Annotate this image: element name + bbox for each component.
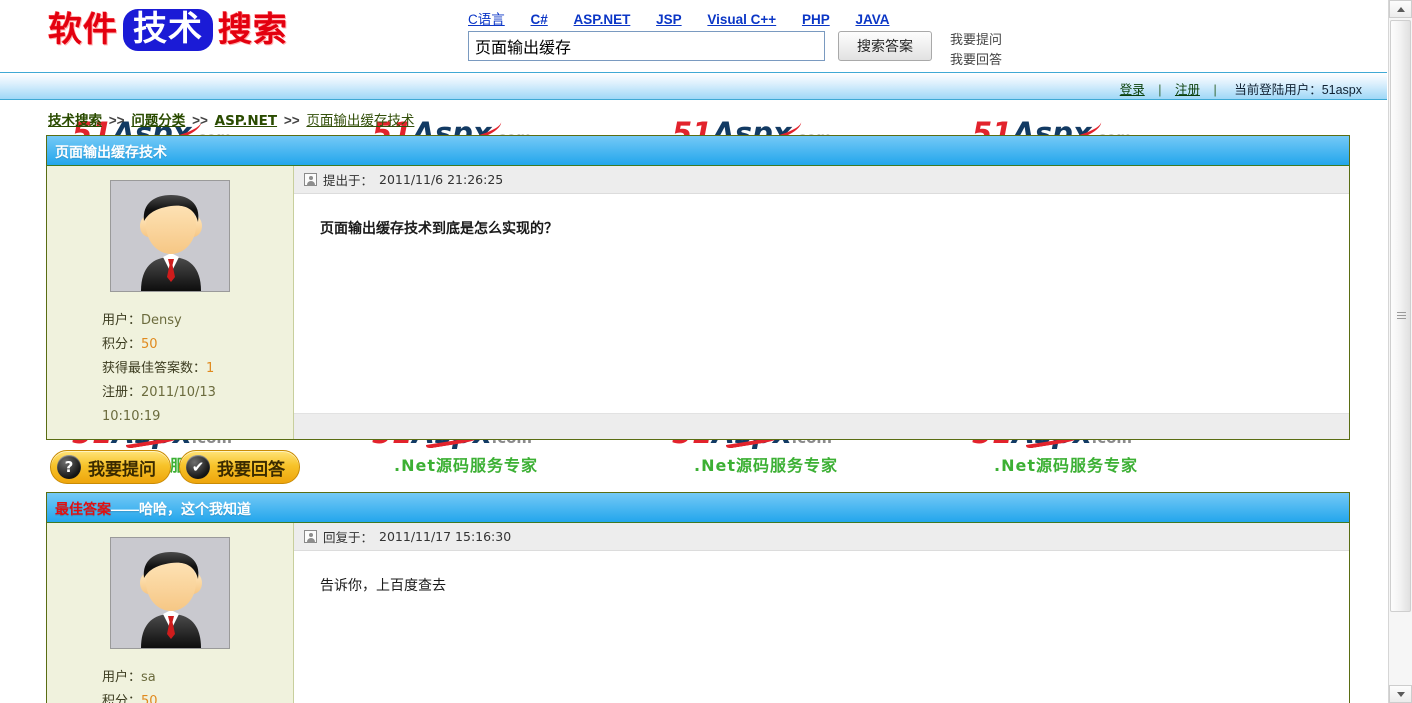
logo-text-part1: 软件 <box>48 10 118 50</box>
header-answer-link[interactable]: 我要回答 <box>950 50 1002 70</box>
answer-button[interactable]: ✔ 我要回答 <box>179 450 300 484</box>
pencil-check-icon: ✔ <box>186 455 210 479</box>
best-answer-main-column: 回复于： 2011/11/17 15:16:30 告诉你，上百度查去 <box>294 523 1349 703</box>
question-author-info: 用户：Densy 积分：50 获得最佳答案数：1 注册：2011/10/13 1… <box>102 309 293 429</box>
breadcrumb-link-current[interactable]: 页面输出缓存技术 <box>306 113 414 129</box>
action-buttons: ? 我要提问 ✔ 我要回答 <box>50 450 1388 484</box>
avatar[interactable] <box>110 180 230 292</box>
answer-author-info: 用户：sa 积分：50 获得最佳答案数：1 <box>102 666 293 703</box>
question-main-column: 提出于： 2011/11/6 21:26:25 页面输出缓存技术到底是怎么实现的… <box>294 166 1349 439</box>
author-points-value: 50 <box>141 337 158 352</box>
site-logo[interactable]: 软件 技术 搜索 <box>48 10 288 50</box>
best-answer-badge: 最佳答案 <box>55 501 111 517</box>
author-register-time: 10:10:19 <box>102 409 161 424</box>
answer-points-row: 积分：50 <box>102 690 293 703</box>
best-answer-title: 最佳答案——哈哈，这个我知道 <box>47 493 1349 523</box>
question-meta-row: 提出于： 2011/11/6 21:26:25 <box>294 166 1349 194</box>
breadcrumb-arrow: >> <box>108 113 125 128</box>
question-panel: 页面输出缓存技术 用户：Densy 积分：50 获得最佳答案数：1 注册：201… <box>46 135 1350 440</box>
author-username-label: 用户： <box>102 313 142 328</box>
nav-link-java[interactable]: JAVA <box>855 12 889 27</box>
question-footer-bar <box>294 413 1349 439</box>
chevron-down-icon <box>1396 691 1405 697</box>
top-navigation: C语言 C# ASP.NET JSP Visual C++ PHP JAVA <box>468 8 912 28</box>
breadcrumb: 技术搜索 >> 问题分类 >> ASP.NET >> 页面输出缓存技术 <box>0 101 1388 135</box>
login-link[interactable]: 登录 <box>1120 83 1145 97</box>
scrollbar-thumb[interactable] <box>1390 20 1411 612</box>
answer-username-label: 用户： <box>102 670 142 685</box>
breadcrumb-arrow: >> <box>192 113 208 128</box>
author-best-label: 获得最佳答案数： <box>102 361 207 376</box>
site-header: 软件 技术 搜索 C语言 C# ASP.NET JSP Visual C++ P… <box>0 0 1412 72</box>
author-register-label: 注册： <box>102 385 142 400</box>
nav-link-jsp[interactable]: JSP <box>656 12 682 27</box>
register-link[interactable]: 注册 <box>1175 83 1200 97</box>
nav-link-php[interactable]: PHP <box>802 12 830 27</box>
current-user-label: 当前登陆用户：51aspx <box>1234 83 1362 97</box>
question-meta-time: 2011/11/6 21:26:25 <box>379 172 504 187</box>
question-mark-icon: ? <box>57 455 81 479</box>
logo-text-part3: 搜索 <box>218 10 288 50</box>
answer-meta-row: 回复于： 2011/11/17 15:16:30 <box>294 523 1349 551</box>
account-bar: 登录 | 注册 | 当前登陆用户：51aspx <box>0 72 1388 100</box>
answer-meta-time: 2011/11/17 15:16:30 <box>379 529 512 544</box>
breadcrumb-link-aspnet[interactable]: ASP.NET <box>215 113 277 129</box>
search-input[interactable] <box>468 31 825 61</box>
userbar-separator-2: | <box>1213 83 1217 97</box>
author-register-row: 注册：2011/10/13 <box>102 381 293 405</box>
answer-username-row: 用户：sa <box>102 666 293 690</box>
user-icon <box>304 530 317 543</box>
question-title: 页面输出缓存技术 <box>47 136 1349 166</box>
avatar-wrapper <box>47 180 293 297</box>
search-button[interactable]: 搜索答案 <box>838 31 932 61</box>
answer-points-value: 50 <box>141 694 158 703</box>
breadcrumb-arrow: >> <box>283 113 300 128</box>
header-ask-links: 我要提问 我要回答 <box>950 30 1002 70</box>
nav-link-c-language[interactable]: C语言 <box>468 12 505 27</box>
author-best-value: 1 <box>206 361 215 376</box>
best-answer-body-wrap: 用户：sa 积分：50 获得最佳答案数：1 回复于： 20 <box>47 523 1349 703</box>
best-answer-panel: 最佳答案——哈哈，这个我知道 用户：sa 积分：50 回复于： 2011/11/… <box>46 492 1350 703</box>
answer-text: 告诉你，上百度查去 <box>320 578 446 594</box>
author-username-value: Densy <box>141 313 182 328</box>
best-answer-subtitle: ——哈哈，这个我知道 <box>111 501 251 517</box>
author-points-label: 积分： <box>102 337 142 352</box>
question-meta-label: 提出于： <box>323 173 374 188</box>
breadcrumb-link-categories[interactable]: 问题分类 <box>131 113 185 129</box>
breadcrumb-link-home[interactable]: 技术搜索 <box>48 113 102 129</box>
avatar-wrapper <box>47 537 293 654</box>
answer-author-sidebar: 用户：sa 积分：50 获得最佳答案数：1 <box>47 523 294 703</box>
answer-points-label: 积分： <box>102 694 142 703</box>
page-content: 51Aspx.com .Net源码服务专家 51Aspx.com .Net源码服… <box>0 101 1388 703</box>
question-body-wrap: 用户：Densy 积分：50 获得最佳答案数：1 注册：2011/10/13 1… <box>47 166 1349 439</box>
logo-text-part2: 技术 <box>124 10 212 50</box>
question-author-sidebar: 用户：Densy 积分：50 获得最佳答案数：1 注册：2011/10/13 1… <box>47 166 294 439</box>
answer-username-value: sa <box>141 670 156 685</box>
author-register-date: 2011/10/13 <box>141 385 216 400</box>
avatar[interactable] <box>110 537 230 649</box>
vertical-scrollbar[interactable] <box>1388 0 1412 703</box>
author-best-row: 获得最佳答案数：1 <box>102 357 293 381</box>
grip-icon <box>1397 312 1406 321</box>
author-points-row: 积分：50 <box>102 333 293 357</box>
nav-link-visual-cpp[interactable]: Visual C++ <box>707 12 776 27</box>
ask-question-button-label: 我要提问 <box>88 459 156 480</box>
userbar-separator-1: | <box>1158 83 1162 97</box>
answer-meta-label: 回复于： <box>323 530 374 545</box>
question-text: 页面输出缓存技术到底是怎么实现的？ <box>320 221 558 237</box>
nav-link-aspnet[interactable]: ASP.NET <box>574 12 631 27</box>
nav-link-csharp[interactable]: C# <box>531 12 548 27</box>
scroll-down-button[interactable] <box>1389 685 1412 703</box>
chevron-up-icon <box>1396 6 1405 12</box>
user-icon <box>304 173 317 186</box>
scroll-up-button[interactable] <box>1389 0 1412 18</box>
header-ask-question-link[interactable]: 我要提问 <box>950 30 1002 50</box>
ask-question-button[interactable]: ? 我要提问 <box>50 450 171 484</box>
browser-page: 软件 技术 搜索 C语言 C# ASP.NET JSP Visual C++ P… <box>0 0 1412 703</box>
answer-button-label: 我要回答 <box>217 459 285 480</box>
author-username-row: 用户：Densy <box>102 309 293 333</box>
